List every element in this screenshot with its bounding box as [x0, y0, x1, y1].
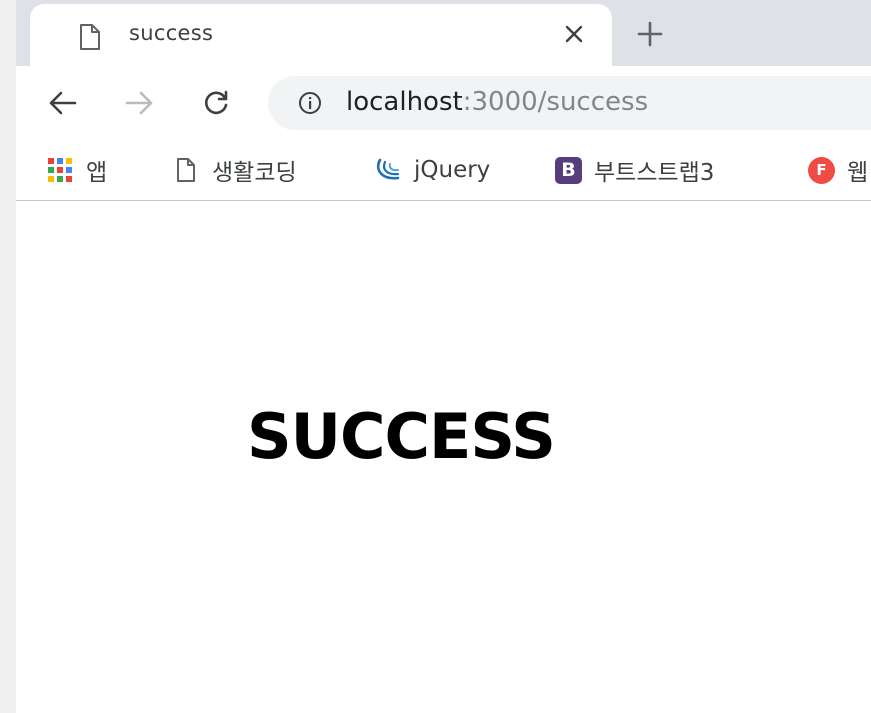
- back-button[interactable]: [42, 83, 82, 123]
- bookmark-saenghwalcoding[interactable]: 생활코딩: [172, 150, 297, 190]
- bookmark-label: jQuery: [414, 157, 491, 183]
- tab-strip: success: [16, 0, 871, 66]
- address-bar[interactable]: localhost:3000/success: [268, 76, 871, 130]
- page-icon: [177, 158, 195, 182]
- close-tab-button[interactable]: [558, 18, 590, 50]
- page-icon: [80, 24, 100, 50]
- info-icon[interactable]: [298, 91, 322, 115]
- bookmark-bootstrap[interactable]: B 부트스트랩3: [555, 150, 714, 190]
- reload-icon: [205, 90, 228, 115]
- bookmark-label: 부트스트랩3: [594, 160, 715, 186]
- forward-button[interactable]: [120, 83, 160, 123]
- plus-icon: [637, 21, 663, 47]
- bookmark-label: 웹: [847, 160, 869, 186]
- bookmark-f[interactable]: F 웹: [808, 150, 868, 190]
- bookmark-jquery[interactable]: jQuery: [374, 150, 490, 190]
- url-text[interactable]: localhost:3000/success: [346, 87, 648, 117]
- apps-grid-icon: [46, 156, 74, 184]
- bookmarks-bar: 앱 생활코딩 jQuery B 부트스트랩3 F 웹: [16, 140, 871, 201]
- bookmark-label: 생활코딩: [212, 160, 297, 186]
- toolbar: localhost:3000/success: [16, 66, 871, 140]
- arrow-right-icon: [125, 91, 153, 115]
- bookmark-apps[interactable]: 앱: [46, 150, 107, 190]
- tab-title: success: [129, 21, 214, 45]
- bootstrap-icon: B: [555, 156, 582, 184]
- tab-success[interactable]: success: [30, 4, 612, 66]
- browser-window: success localhost:3000/success 앱 생활코딩 jQ…: [16, 0, 871, 713]
- f-icon: F: [808, 156, 835, 184]
- new-tab-button[interactable]: [630, 14, 670, 54]
- jquery-icon: [376, 158, 400, 180]
- reload-button[interactable]: [196, 83, 236, 123]
- url-host: localhost: [346, 87, 463, 117]
- url-path: :3000/success: [462, 87, 649, 117]
- page-heading: SUCCESS: [247, 400, 556, 473]
- close-icon: [565, 25, 583, 43]
- arrow-left-icon: [49, 91, 77, 115]
- page-content: SUCCESS: [16, 201, 871, 713]
- bookmark-label: 앱: [86, 160, 108, 186]
